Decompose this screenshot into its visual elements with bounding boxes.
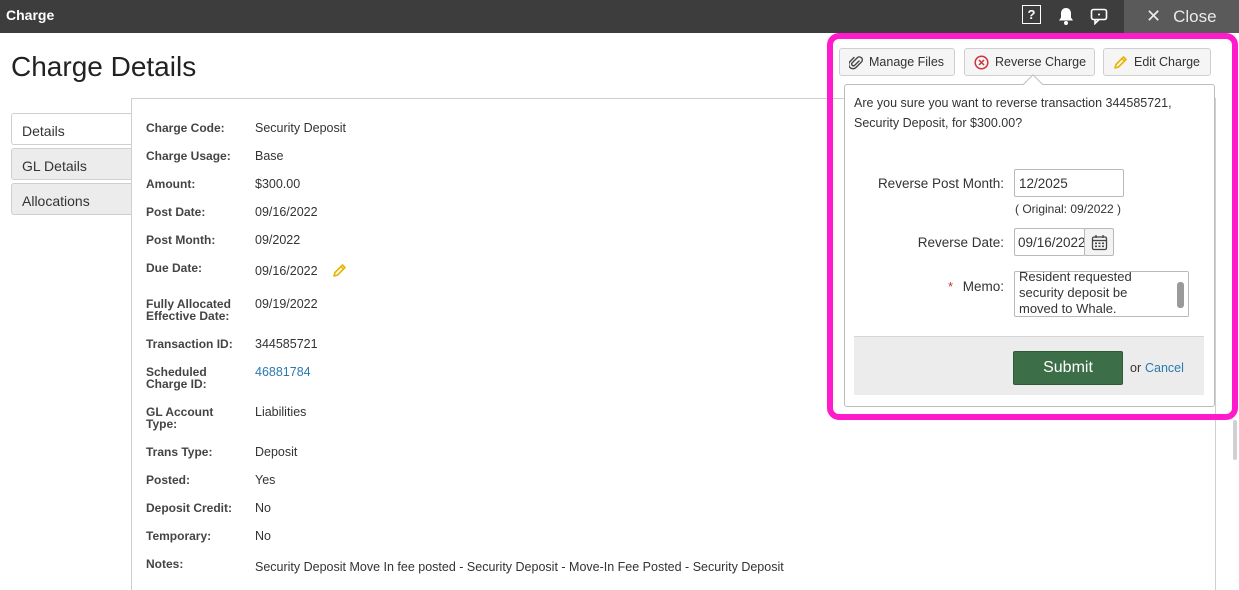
cancel-link[interactable]: Cancel: [1145, 361, 1184, 375]
gl-account-type-label: GL Account Type:: [146, 405, 214, 431]
temporary-label: Temporary:: [146, 529, 212, 543]
reverse-post-month-label: Reverse Post Month:: [877, 176, 1004, 191]
bell-icon[interactable]: [1056, 6, 1076, 26]
reverse-date-label: Reverse Date:: [917, 235, 1004, 250]
trans-type-label: Trans Type:: [146, 445, 213, 459]
calendar-button[interactable]: [1084, 228, 1114, 256]
scheduled-charge-id-label: Scheduled Charge ID:: [146, 365, 207, 391]
close-icon: ✕: [1146, 6, 1162, 26]
charge-code-value: Security Deposit: [255, 121, 347, 135]
edit-charge-button[interactable]: Edit Charge: [1103, 48, 1211, 76]
due-date-value: 09/16/2022: [255, 264, 318, 278]
post-month-value: 09/2022: [255, 233, 301, 247]
submit-button[interactable]: Submit: [1013, 351, 1123, 385]
close-button[interactable]: ✕ Close: [1124, 0, 1239, 33]
edit-charge-label: Edit Charge: [1134, 55, 1201, 69]
manage-files-button[interactable]: Manage Files: [839, 48, 955, 76]
gl-account-type-value: Liabilities: [255, 405, 307, 419]
temporary-value: No: [255, 529, 271, 543]
post-date-label: Post Date:: [146, 205, 206, 219]
post-month-label: Post Month:: [146, 233, 216, 247]
deposit-credit-value: No: [255, 501, 271, 515]
posted-label: Posted:: [146, 473, 191, 487]
due-date-label: Due Date:: [146, 261, 203, 275]
scheduled-charge-id-link[interactable]: 46881784: [255, 365, 311, 379]
notes-label: Notes:: [146, 557, 184, 571]
circle-x-icon: [974, 54, 989, 70]
or-text: or: [1130, 361, 1142, 375]
window-title: Charge: [6, 7, 55, 23]
page-title: Charge Details: [11, 51, 197, 82]
fully-allocated-label: Fully Allocated Effective Date:: [146, 297, 231, 323]
transaction-id-label: Transaction ID:: [146, 337, 233, 351]
memo-scrollbar[interactable]: [1177, 282, 1184, 308]
tab-allocations[interactable]: Allocations: [11, 183, 133, 215]
memo-label: Memo:: [962, 279, 1004, 294]
charge-usage-value: Base: [255, 149, 284, 163]
charge-usage-label: Charge Usage:: [146, 149, 231, 163]
edit-due-date-icon[interactable]: [332, 263, 347, 283]
charge-code-label: Charge Code:: [146, 121, 225, 135]
fully-allocated-value: 09/19/2022: [255, 297, 318, 311]
posted-value: Yes: [255, 473, 276, 487]
original-month-hint: ( Original: 09/2022 ): [1015, 202, 1122, 216]
required-marker: *: [948, 279, 954, 294]
close-label: Close: [1173, 6, 1217, 26]
reverse-date-input[interactable]: 09/16/2022: [1014, 228, 1085, 256]
memo-text: Resident requested security deposit be m…: [1019, 271, 1132, 316]
reverse-charge-button[interactable]: Reverse Charge: [964, 48, 1095, 76]
post-date-value: 09/16/2022: [255, 205, 318, 219]
calendar-icon: [1091, 234, 1107, 250]
chat-icon[interactable]: [1089, 6, 1109, 26]
notes-value: Security Deposit Move In fee posted - Se…: [255, 560, 784, 574]
window-titlebar: Charge ? ✕ Close: [0, 0, 1239, 33]
pencil-icon: [1113, 55, 1128, 70]
paperclip-icon: [849, 55, 863, 70]
page-scrollbar[interactable]: [1233, 420, 1237, 460]
manage-files-label: Manage Files: [869, 55, 945, 69]
reverse-confirm-message: Are you sure you want to reverse transac…: [854, 96, 1172, 130]
transaction-id-value: 344585721: [255, 337, 318, 351]
amount-label: Amount:: [146, 177, 196, 191]
reverse-post-month-input[interactable]: 12/2025: [1014, 169, 1124, 197]
deposit-credit-label: Deposit Credit:: [146, 501, 233, 515]
amount-value: $300.00: [255, 177, 301, 191]
memo-textarea[interactable]: Resident requested security deposit be m…: [1014, 271, 1189, 317]
help-icon[interactable]: ?: [1022, 5, 1041, 24]
tab-gl-details[interactable]: GL Details: [11, 148, 133, 180]
reverse-charge-label: Reverse Charge: [995, 55, 1087, 69]
tab-details[interactable]: Details: [11, 113, 133, 145]
trans-type-value: Deposit: [255, 445, 298, 459]
